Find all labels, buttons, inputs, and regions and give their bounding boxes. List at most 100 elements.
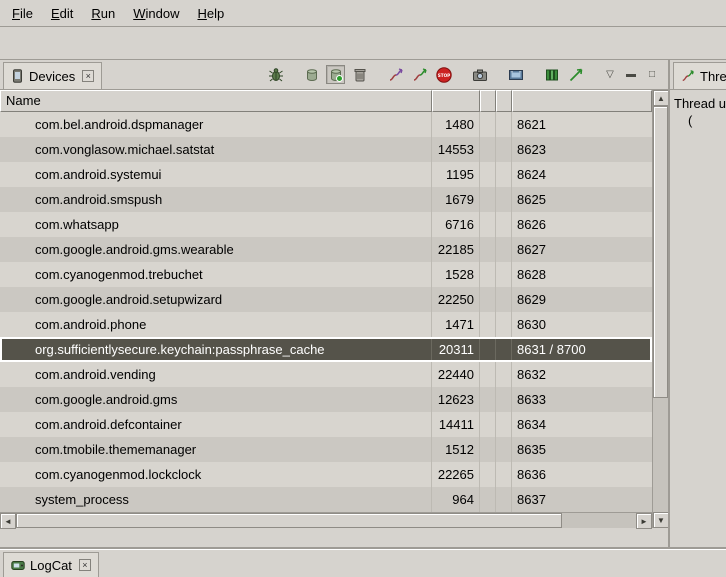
start-method-profiling-icon[interactable] bbox=[410, 65, 429, 84]
menubar: File Edit Run Window Help bbox=[0, 0, 726, 27]
process-port: 8628 bbox=[512, 262, 652, 287]
device-icon bbox=[11, 69, 24, 83]
process-name: com.android.smspush bbox=[0, 187, 432, 212]
systrace-icon[interactable] bbox=[542, 65, 561, 84]
main-area: Devices × bbox=[0, 60, 726, 549]
scroll-down-icon[interactable]: ▼ bbox=[653, 512, 669, 528]
column-header-blank2[interactable] bbox=[496, 90, 512, 112]
menu-edit[interactable]: Edit bbox=[42, 2, 82, 25]
scroll-right-icon[interactable]: ► bbox=[636, 513, 652, 529]
table-row-selected[interactable]: org.sufficientlysecure.keychain:passphra… bbox=[0, 337, 652, 362]
process-pid: 6716 bbox=[432, 212, 480, 237]
tab-threads[interactable]: Threads bbox=[673, 62, 726, 89]
table-row[interactable]: system_process 964 8637 bbox=[0, 487, 652, 512]
dump-hprof-icon[interactable] bbox=[326, 65, 345, 84]
vertical-scrollbar[interactable]: ▲ ▼ bbox=[652, 90, 668, 528]
process-name: com.google.android.setupwizard bbox=[0, 287, 432, 312]
maximize-icon[interactable]: □ bbox=[644, 69, 660, 80]
process-name: com.vonglasow.michael.satstat bbox=[0, 137, 432, 162]
process-name: com.bel.android.dspmanager bbox=[0, 112, 432, 137]
horizontal-scrollbar[interactable]: ◄ ► bbox=[0, 512, 652, 528]
table-row[interactable]: com.cyanogenmod.lockclock 22265 8636 bbox=[0, 462, 652, 487]
process-pid: 20311 bbox=[432, 337, 480, 362]
process-name: system_process bbox=[0, 487, 432, 512]
process-pid: 22250 bbox=[432, 287, 480, 312]
menu-window[interactable]: Window bbox=[124, 2, 188, 25]
process-name: com.cyanogenmod.lockclock bbox=[0, 462, 432, 487]
debug-process-icon[interactable] bbox=[266, 65, 285, 84]
scroll-left-icon[interactable]: ◄ bbox=[0, 513, 16, 529]
logcat-bar: LogCat × bbox=[0, 549, 726, 577]
column-header-name[interactable]: Name bbox=[0, 90, 432, 112]
column-header-pid[interactable] bbox=[432, 90, 480, 112]
view-menu-icon[interactable]: ▽ bbox=[602, 69, 618, 80]
screen-capture-icon[interactable] bbox=[470, 65, 489, 84]
h-scroll-track[interactable] bbox=[16, 513, 636, 528]
table-row[interactable]: com.google.android.gms 12623 8633 bbox=[0, 387, 652, 412]
scroll-up-icon[interactable]: ▲ bbox=[653, 90, 669, 106]
tab-logcat[interactable]: LogCat × bbox=[3, 552, 99, 577]
logcat-icon bbox=[11, 559, 25, 572]
close-icon[interactable]: × bbox=[79, 559, 91, 571]
process-port: 8625 bbox=[512, 187, 652, 212]
threads-message-line2: ( bbox=[674, 112, 722, 129]
capture-video-icon[interactable] bbox=[506, 65, 525, 84]
table-row[interactable]: com.android.systemui 1195 8624 bbox=[0, 162, 652, 187]
svg-text:STOP: STOP bbox=[437, 73, 450, 78]
table-row[interactable]: com.vonglasow.michael.satstat 14553 8623 bbox=[0, 137, 652, 162]
column-header-port[interactable] bbox=[512, 90, 652, 112]
process-name: com.android.systemui bbox=[0, 162, 432, 187]
stop-process-icon[interactable]: STOP bbox=[434, 65, 453, 84]
process-port: 8623 bbox=[512, 137, 652, 162]
menu-help[interactable]: Help bbox=[188, 2, 233, 25]
process-pid: 1195 bbox=[432, 162, 480, 187]
tab-devices-label: Devices bbox=[29, 69, 75, 84]
process-port: 8626 bbox=[512, 212, 652, 237]
start-tracing-icon[interactable] bbox=[566, 65, 585, 84]
process-pid: 1528 bbox=[432, 262, 480, 287]
process-pid: 22440 bbox=[432, 362, 480, 387]
column-header-blank1[interactable] bbox=[480, 90, 496, 112]
process-pid: 1679 bbox=[432, 187, 480, 212]
table-row[interactable]: com.whatsapp 6716 8626 bbox=[0, 212, 652, 237]
h-scroll-thumb[interactable] bbox=[16, 513, 562, 528]
process-pid: 14553 bbox=[432, 137, 480, 162]
devices-toolbar: STOP ▽ ▬ □ bbox=[266, 60, 668, 89]
v-scroll-track[interactable] bbox=[653, 106, 668, 512]
threads-tabbar: Threads bbox=[670, 60, 726, 90]
process-pid: 1471 bbox=[432, 312, 480, 337]
process-port: 8627 bbox=[512, 237, 652, 262]
table-row[interactable]: com.android.vending 22440 8632 bbox=[0, 362, 652, 387]
process-name: com.android.phone bbox=[0, 312, 432, 337]
update-threads-icon[interactable] bbox=[386, 65, 405, 84]
tab-devices[interactable]: Devices × bbox=[3, 62, 102, 89]
table-row[interactable]: com.google.android.gms.wearable 22185 86… bbox=[0, 237, 652, 262]
cause-gc-icon[interactable] bbox=[350, 65, 369, 84]
process-pid: 12623 bbox=[432, 387, 480, 412]
table-row[interactable]: com.android.defcontainer 14411 8634 bbox=[0, 412, 652, 437]
devices-tabbar: Devices × bbox=[0, 60, 668, 90]
tab-logcat-label: LogCat bbox=[30, 558, 72, 573]
process-name: com.google.android.gms.wearable bbox=[0, 237, 432, 262]
v-scroll-thumb[interactable] bbox=[653, 106, 668, 398]
table-row[interactable]: com.android.smspush 1679 8625 bbox=[0, 187, 652, 212]
process-port: 8631 / 8700 bbox=[512, 337, 652, 362]
process-table: Name com.bel.android.dspmanager 1480 862… bbox=[0, 90, 668, 528]
minimize-icon[interactable]: ▬ bbox=[623, 69, 639, 80]
table-row[interactable]: com.bel.android.dspmanager 1480 8621 bbox=[0, 112, 652, 137]
table-row[interactable]: com.google.android.setupwizard 22250 862… bbox=[0, 287, 652, 312]
process-pid: 1480 bbox=[432, 112, 480, 137]
table-row[interactable]: com.cyanogenmod.trebuchet 1528 8628 bbox=[0, 262, 652, 287]
process-name: com.android.vending bbox=[0, 362, 432, 387]
process-port: 8636 bbox=[512, 462, 652, 487]
process-port: 8634 bbox=[512, 412, 652, 437]
process-port: 8635 bbox=[512, 437, 652, 462]
update-heap-icon[interactable] bbox=[302, 65, 321, 84]
table-row[interactable]: com.android.phone 1471 8630 bbox=[0, 312, 652, 337]
process-name: com.tmobile.thememanager bbox=[0, 437, 432, 462]
table-row[interactable]: com.tmobile.thememanager 1512 8635 bbox=[0, 437, 652, 462]
menu-run[interactable]: Run bbox=[82, 2, 124, 25]
process-rows: com.bel.android.dspmanager 1480 8621 com… bbox=[0, 112, 652, 512]
close-icon[interactable]: × bbox=[82, 70, 94, 82]
menu-file[interactable]: File bbox=[3, 2, 42, 25]
